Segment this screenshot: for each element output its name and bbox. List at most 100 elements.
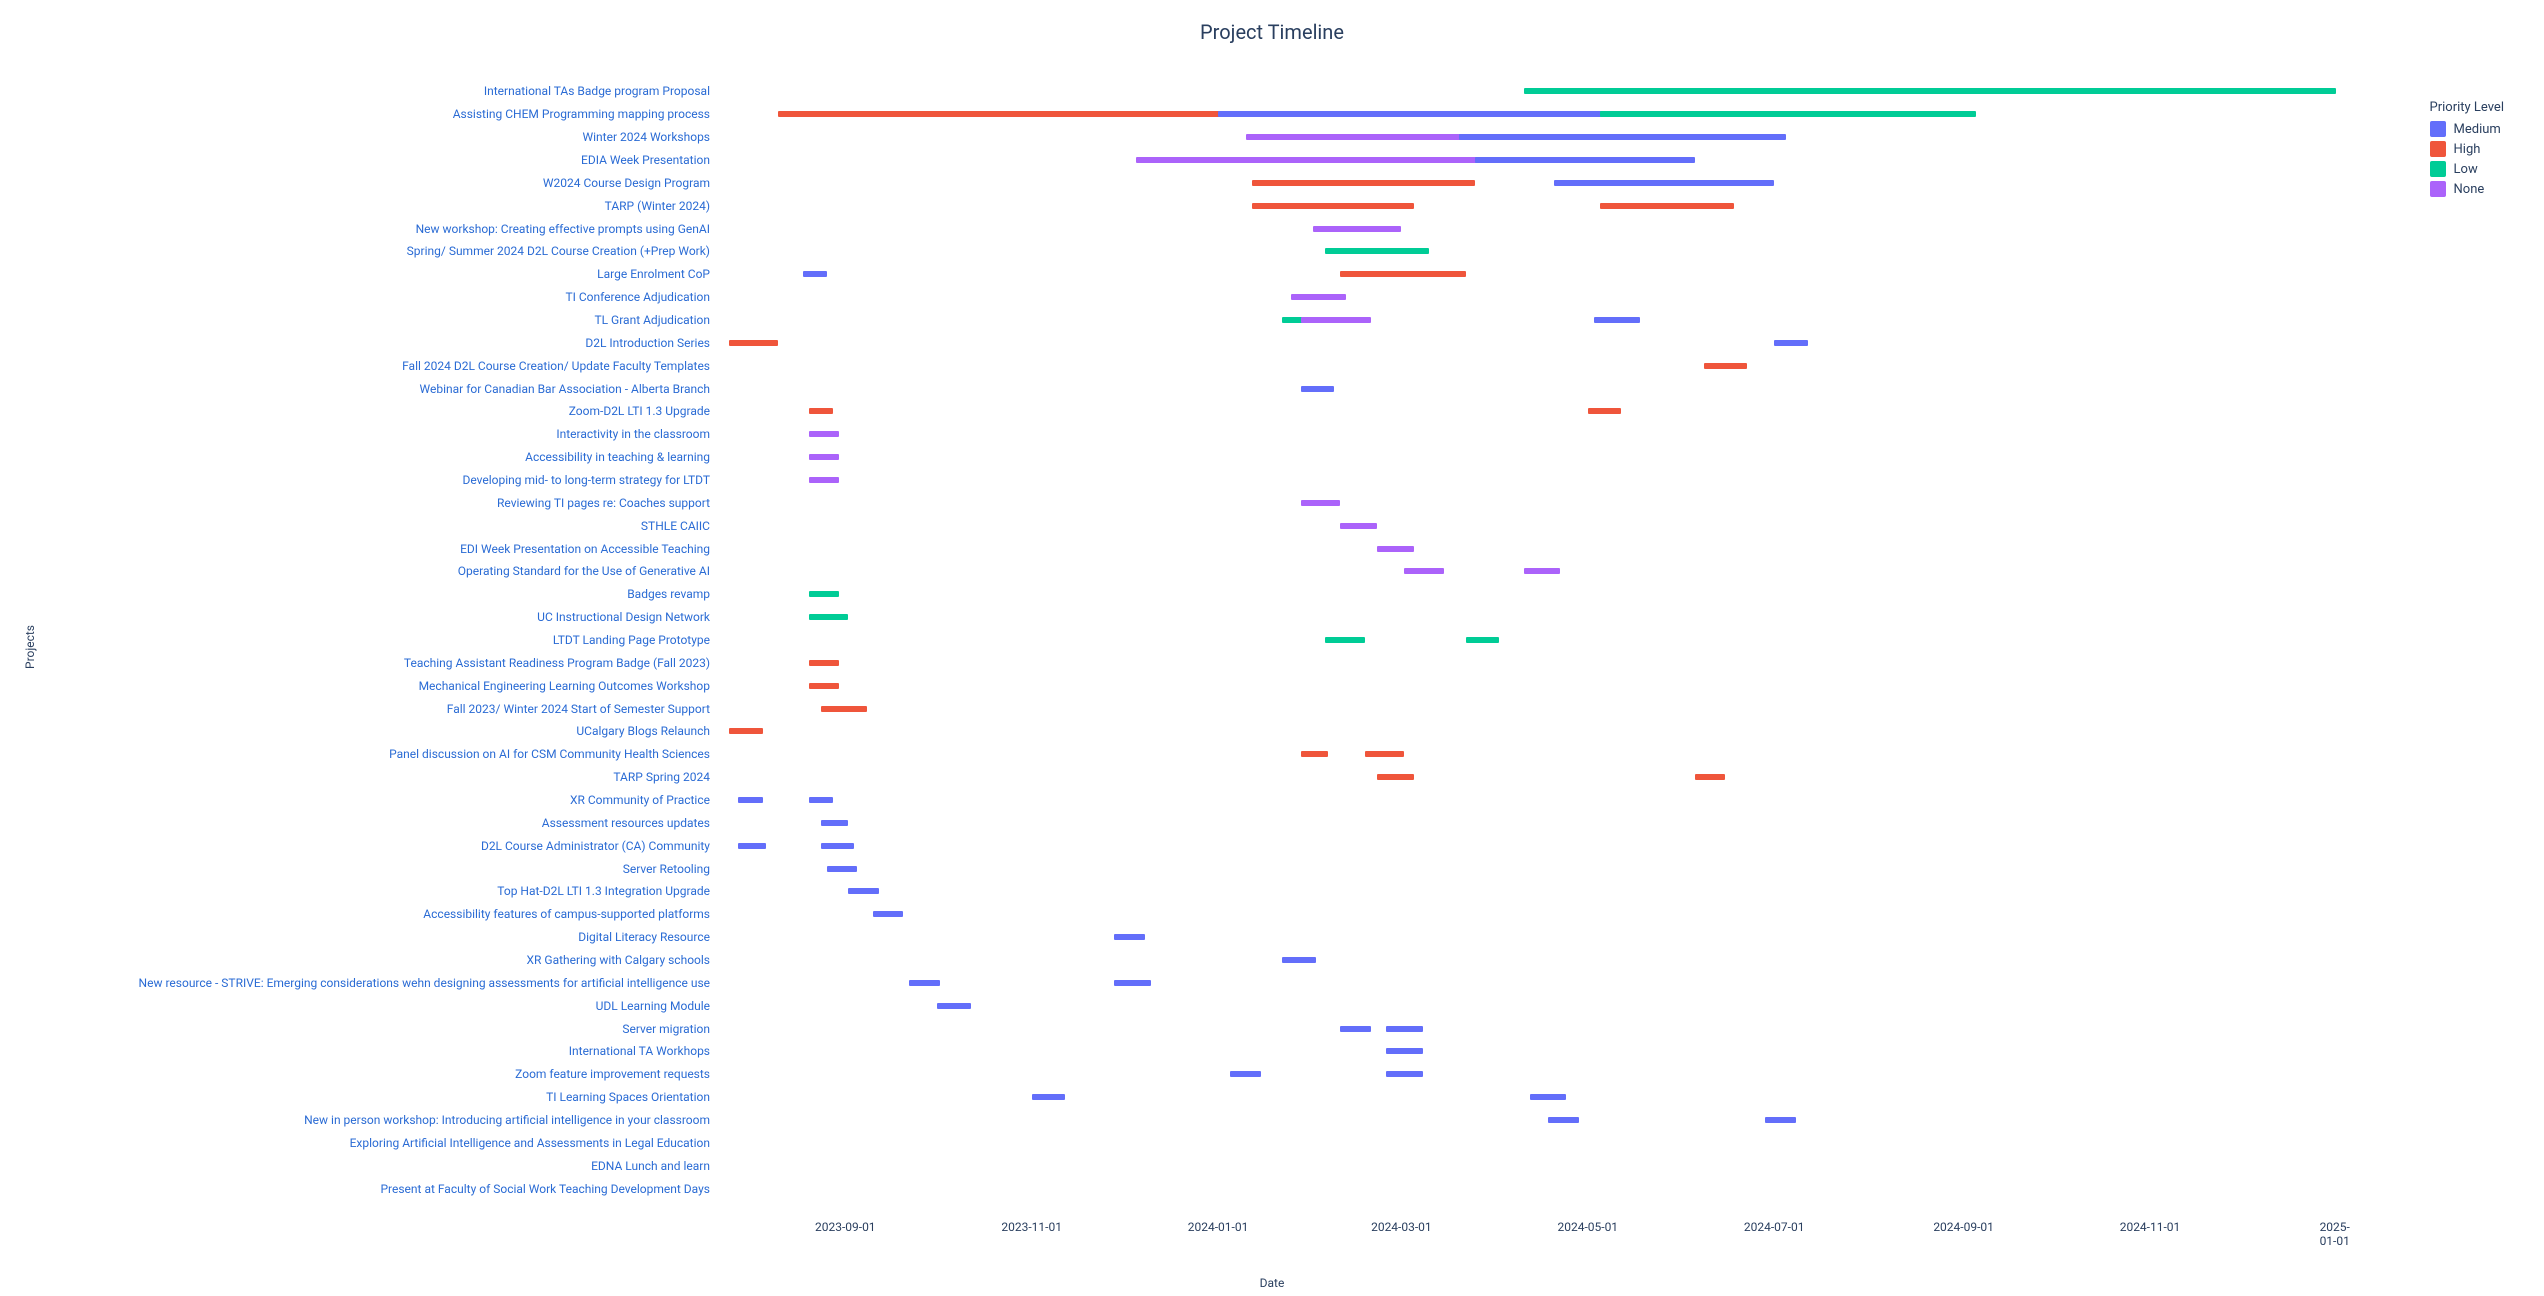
gantt-bar[interactable] (1765, 1117, 1796, 1123)
gantt-bar[interactable] (1774, 340, 1808, 346)
gantt-bar[interactable] (1524, 568, 1561, 574)
legend-swatch (2430, 181, 2446, 197)
x-tick-label: 2024-05-01 (1557, 1220, 1618, 1234)
gantt-bar[interactable] (809, 591, 840, 597)
gantt-bar[interactable] (1386, 1071, 1423, 1077)
legend-item[interactable]: High (2430, 141, 2504, 157)
project-label: Winter 2024 Workshops (582, 130, 710, 144)
gantt-bar[interactable] (1301, 317, 1371, 323)
gantt-bar[interactable] (1325, 248, 1429, 254)
legend-label: High (2454, 142, 2481, 157)
gantt-bar[interactable] (803, 271, 827, 277)
project-label: International TAs Badge program Proposal (484, 84, 710, 98)
gantt-bar[interactable] (1386, 1048, 1423, 1054)
project-label: New resource - STRIVE: Emerging consider… (139, 976, 710, 990)
gantt-bar[interactable] (1114, 934, 1145, 940)
gantt-bar[interactable] (1600, 203, 1734, 209)
gantt-bar[interactable] (1600, 111, 1976, 117)
gantt-bar[interactable] (1594, 317, 1640, 323)
gantt-bar[interactable] (1340, 523, 1377, 529)
gantt-bar[interactable] (827, 866, 858, 872)
gantt-bar[interactable] (873, 911, 904, 917)
gantt-bar[interactable] (1252, 203, 1414, 209)
project-label: D2L Course Administrator (CA) Community (481, 839, 710, 853)
gantt-bar[interactable] (1340, 1026, 1371, 1032)
legend-item[interactable]: Medium (2430, 121, 2504, 137)
x-tick-label: 2024-01-01 (1188, 1220, 1249, 1234)
gantt-bar[interactable] (1548, 1117, 1579, 1123)
gantt-bar[interactable] (1301, 500, 1341, 506)
gantt-bar[interactable] (1252, 180, 1475, 186)
gantt-bar[interactable] (809, 477, 840, 483)
gantt-bar[interactable] (1114, 980, 1151, 986)
legend-item[interactable]: None (2430, 181, 2504, 197)
gantt-bar[interactable] (809, 797, 833, 803)
x-tick-label: 2024-07-01 (1744, 1220, 1805, 1234)
project-label: UDL Learning Module (596, 999, 710, 1013)
gantt-bar[interactable] (1230, 1071, 1261, 1077)
gantt-bar[interactable] (1704, 363, 1747, 369)
gantt-bar[interactable] (1475, 157, 1695, 163)
project-label: Accessibility in teaching & learning (525, 450, 710, 464)
x-tick-label: 2024-11-01 (2120, 1220, 2181, 1234)
gantt-bar[interactable] (1695, 774, 1726, 780)
gantt-bar[interactable] (729, 340, 778, 346)
gantt-bar[interactable] (848, 888, 879, 894)
project-label: EDIA Week Presentation (581, 153, 710, 167)
legend-item[interactable]: Low (2430, 161, 2504, 177)
project-label: Teaching Assistant Readiness Program Bad… (404, 656, 710, 670)
project-label: Zoom-D2L LTI 1.3 Upgrade (569, 404, 710, 418)
project-label: TL Grant Adjudication (594, 313, 710, 327)
gantt-bar[interactable] (1032, 1094, 1066, 1100)
gantt-bar[interactable] (821, 706, 867, 712)
gantt-bar[interactable] (809, 660, 840, 666)
gantt-bar[interactable] (1301, 386, 1335, 392)
gantt-bar[interactable] (809, 454, 840, 460)
project-label: International TA Workhops (569, 1044, 710, 1058)
bars-layer (720, 80, 2370, 1200)
gantt-bar[interactable] (809, 614, 849, 620)
gantt-bar[interactable] (738, 843, 766, 849)
gantt-bar[interactable] (1291, 294, 1346, 300)
legend-label: Low (2454, 162, 2478, 177)
gantt-bar[interactable] (1365, 751, 1405, 757)
legend-title: Priority Level (2430, 100, 2504, 115)
gantt-bar[interactable] (1301, 751, 1329, 757)
gantt-bar[interactable] (821, 843, 855, 849)
gantt-bar[interactable] (809, 683, 840, 689)
gantt-bar[interactable] (1459, 134, 1786, 140)
gantt-bar[interactable] (821, 820, 849, 826)
gantt-bar[interactable] (1377, 774, 1414, 780)
gantt-bar[interactable] (729, 728, 763, 734)
legend: Priority Level Medium High Low None (2430, 100, 2504, 201)
project-label: TI Conference Adjudication (565, 290, 710, 304)
gantt-bar[interactable] (909, 980, 940, 986)
gantt-bar[interactable] (1340, 271, 1465, 277)
project-label: Server migration (622, 1022, 710, 1036)
gantt-bar[interactable] (809, 408, 833, 414)
legend-swatch (2430, 141, 2446, 157)
gantt-bar[interactable] (1313, 226, 1402, 232)
gantt-bar[interactable] (937, 1003, 971, 1009)
gantt-bar[interactable] (809, 431, 840, 437)
gantt-bar[interactable] (1554, 180, 1774, 186)
project-label: TARP (Winter 2024) (605, 199, 710, 213)
gantt-bar[interactable] (1377, 546, 1414, 552)
project-label: XR Community of Practice (570, 793, 710, 807)
legend-label: None (2454, 182, 2485, 197)
gantt-bar[interactable] (738, 797, 762, 803)
x-ticks: 2023-09-012023-11-012024-01-012024-03-01… (720, 1220, 2370, 1260)
gantt-bar[interactable] (1325, 637, 1365, 643)
project-label: Fall 2024 D2L Course Creation/ Update Fa… (402, 359, 710, 373)
gantt-bar[interactable] (1386, 1026, 1423, 1032)
x-tick-label: 2023-11-01 (1001, 1220, 1062, 1234)
gantt-bar[interactable] (1530, 1094, 1567, 1100)
project-label: New in person workshop: Introducing arti… (304, 1113, 710, 1127)
gantt-bar[interactable] (1218, 111, 1661, 117)
gantt-bar[interactable] (1466, 637, 1500, 643)
gantt-bar[interactable] (1588, 408, 1622, 414)
gantt-bar[interactable] (1524, 88, 2337, 94)
project-label: Zoom feature improvement requests (515, 1067, 710, 1081)
gantt-bar[interactable] (1282, 957, 1316, 963)
gantt-bar[interactable] (1404, 568, 1444, 574)
